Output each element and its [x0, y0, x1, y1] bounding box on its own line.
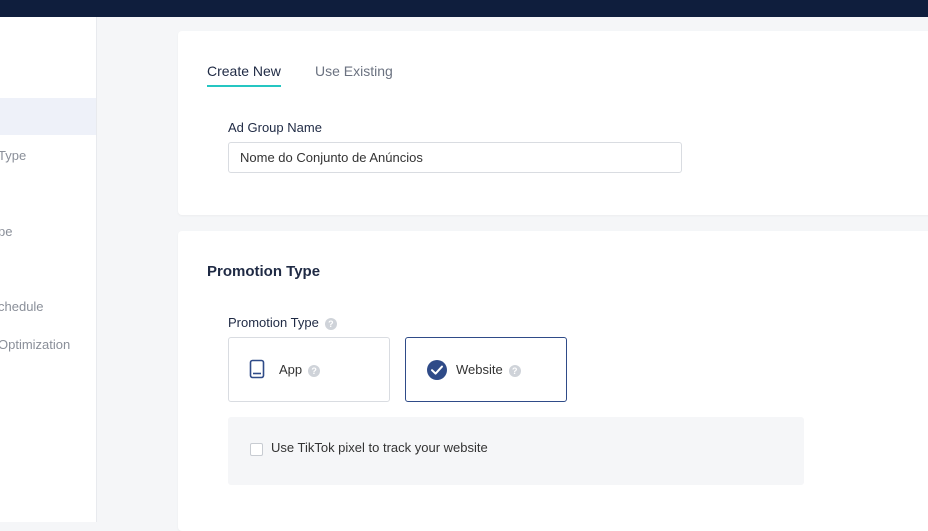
tab-create-new[interactable]: Create New [207, 63, 281, 87]
promotion-option-app-label: App? [279, 362, 321, 377]
ad-group-name-label: Ad Group Name [228, 120, 322, 135]
help-icon-website[interactable]: ? [508, 364, 521, 377]
promotion-type-label: Promotion Type? [228, 315, 337, 330]
tiktok-pixel-label[interactable]: Use TikTok pixel to track your website [271, 440, 488, 455]
ad-group-card: Create New Use Existing Ad Group Name [178, 31, 928, 215]
top-bar [0, 0, 928, 17]
tablet-icon [249, 359, 265, 384]
help-icon-app[interactable]: ? [308, 364, 321, 377]
check-circle-icon [426, 359, 448, 386]
pixel-option-box: Use TikTok pixel to track your website [228, 417, 804, 485]
tab-use-existing[interactable]: Use Existing [315, 63, 393, 79]
promotion-option-website-label: Website? [456, 362, 521, 377]
sidebar: Type pe chedule Optimization [0, 17, 97, 522]
sidebar-item-optimization[interactable]: Optimization [0, 337, 70, 352]
sidebar-item-type[interactable]: Type [0, 148, 26, 163]
section-title: Promotion Type [207, 263, 321, 280]
promotion-type-card: Promotion Type Promotion Type? App? Webs… [178, 231, 928, 531]
promotion-type-label-text: Promotion Type [228, 315, 319, 330]
help-icon[interactable]: ? [324, 317, 337, 330]
tiktok-pixel-checkbox[interactable] [250, 443, 263, 456]
promotion-option-app[interactable]: App? [228, 337, 390, 402]
ad-group-name-input[interactable] [228, 142, 682, 173]
promotion-option-website[interactable]: Website? [405, 337, 567, 402]
sidebar-active-item[interactable] [0, 98, 96, 135]
sidebar-item-type-2[interactable]: pe [0, 224, 12, 239]
sidebar-item-schedule[interactable]: chedule [0, 299, 44, 314]
